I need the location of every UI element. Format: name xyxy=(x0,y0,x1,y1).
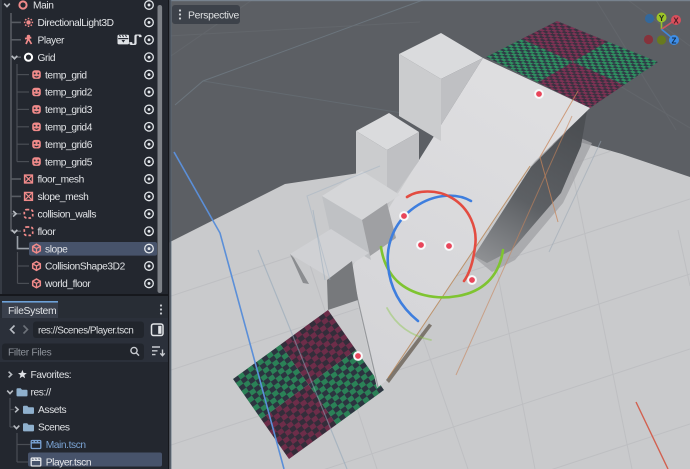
svg-text:slope: slope xyxy=(45,244,68,255)
svg-text:Assets: Assets xyxy=(38,405,66,416)
svg-text:temp_grid5: temp_grid5 xyxy=(45,157,93,168)
svg-text:DirectionalLight3D: DirectionalLight3D xyxy=(38,18,114,29)
svg-text:res://Scenes/Player.tscn: res://Scenes/Player.tscn xyxy=(38,326,133,337)
svg-text:temp_grid4: temp_grid4 xyxy=(45,123,93,134)
svg-text:Scenes: Scenes xyxy=(38,423,70,434)
svg-text:temp_grid: temp_grid xyxy=(45,70,87,81)
svg-text:Player: Player xyxy=(38,36,65,47)
svg-text:FileSystem: FileSystem xyxy=(8,306,56,317)
svg-text:collision_walls: collision_walls xyxy=(38,210,97,221)
svg-text:Favorites:: Favorites: xyxy=(31,370,72,381)
svg-text:floor: floor xyxy=(38,227,57,238)
svg-text:X: X xyxy=(673,16,679,25)
svg-text:res://: res:// xyxy=(31,388,52,399)
svg-text:CollisionShape3D2: CollisionShape3D2 xyxy=(45,262,126,273)
svg-text:Filter Files: Filter Files xyxy=(8,348,52,359)
svg-text:Grid: Grid xyxy=(38,53,56,64)
svg-text:temp_grid3: temp_grid3 xyxy=(45,105,93,116)
svg-text:temp_grid2: temp_grid2 xyxy=(45,88,93,99)
svg-text:floor_mesh: floor_mesh xyxy=(38,175,84,186)
svg-text:Main.tscn: Main.tscn xyxy=(46,440,86,451)
svg-text:Y: Y xyxy=(659,14,665,23)
svg-text:temp_grid6: temp_grid6 xyxy=(45,140,93,151)
svg-text:Player.tscn: Player.tscn xyxy=(46,458,91,469)
svg-text:Z: Z xyxy=(672,36,677,45)
svg-text:slope_mesh: slope_mesh xyxy=(38,192,89,203)
svg-text:Main: Main xyxy=(33,1,53,12)
svg-text:Perspective: Perspective xyxy=(188,10,240,21)
svg-text:world_floor: world_floor xyxy=(44,279,91,290)
